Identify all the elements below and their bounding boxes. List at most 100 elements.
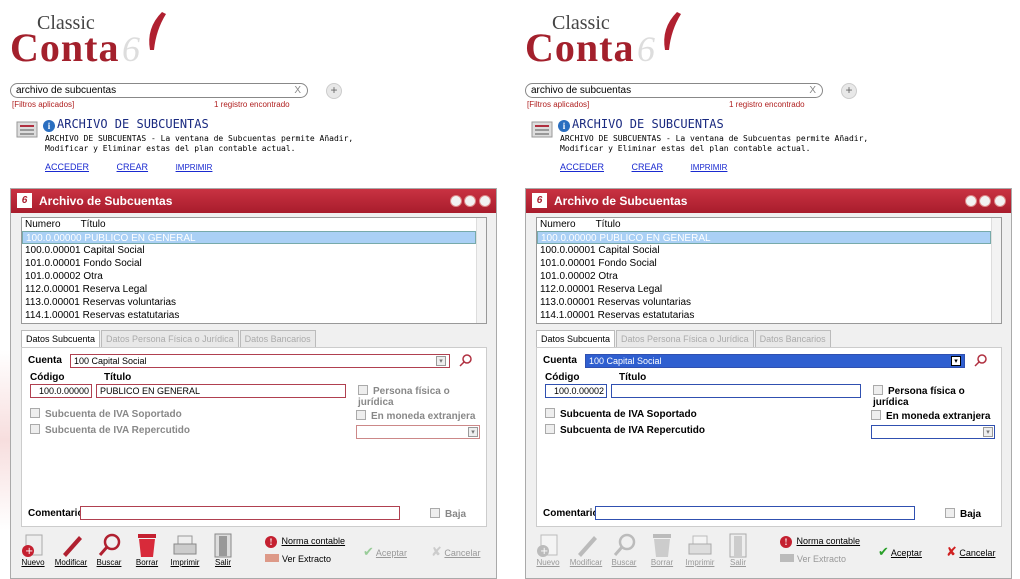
comentario-field[interactable] — [80, 506, 400, 520]
baja-checkbox[interactable]: Baja — [945, 508, 981, 520]
moneda-select[interactable] — [356, 425, 480, 439]
salir-button[interactable]: Salir — [720, 532, 756, 567]
ver-extracto-button[interactable]: Ver Extracto — [780, 554, 846, 564]
window-titlebar[interactable]: 6 Archivo de Subcuentas — [526, 189, 1011, 213]
chevron-down-icon[interactable]: ▾ — [436, 356, 446, 366]
list-item[interactable]: 113.0.00001 Reservas voluntarias — [537, 296, 1001, 309]
tab-datos-subcuenta[interactable]: Datos Subcuenta — [21, 330, 101, 348]
cuenta-select[interactable]: 100 Capital Social — [70, 354, 450, 368]
nuevo-button[interactable]: + Nuevo — [15, 532, 51, 567]
iva-soportado-checkbox[interactable]: Subcuenta de IVA Soportado — [30, 408, 182, 420]
persona-checkbox[interactable]: Persona física o jurídica — [358, 385, 486, 408]
buscar-button[interactable]: Buscar — [606, 532, 642, 567]
list-item[interactable]: 114.1.00001 Reservas estatutarias — [22, 309, 486, 322]
close-button[interactable] — [994, 195, 1006, 207]
tab-datos-subcuenta[interactable]: Datos Subcuenta — [536, 330, 616, 348]
list-item[interactable]: 112.0.00001 Reserva Legal — [537, 283, 1001, 296]
nuevo-button[interactable]: + Nuevo — [530, 532, 566, 567]
list-item[interactable]: 112.0.00001 Reserva Legal — [22, 283, 486, 296]
list-item[interactable]: 101.0.00001 Fondo Social — [537, 257, 1001, 270]
titulo-field[interactable] — [611, 384, 861, 398]
acceder-link[interactable]: ACCEDER — [45, 162, 89, 172]
result-title[interactable]: i ARCHIVO DE SUBCUENTAS — [43, 117, 209, 132]
maximize-button[interactable] — [464, 195, 476, 207]
baja-checkbox[interactable]: Baja — [430, 508, 466, 520]
buscar-button[interactable]: Buscar — [91, 532, 127, 567]
add-filter-button[interactable]: + — [841, 83, 857, 99]
aceptar-button[interactable]: ✔ Aceptar — [878, 544, 922, 560]
borrar-button[interactable]: Borrar — [644, 532, 680, 567]
crear-link[interactable]: CREAR — [117, 162, 149, 172]
imprimir-button[interactable]: Imprimir — [167, 532, 203, 567]
minimize-button[interactable] — [450, 195, 462, 207]
tab-datos-persona[interactable]: Datos Persona Física o Jurídica — [101, 330, 239, 348]
iva-repercutido-checkbox[interactable]: Subcuenta de IVA Repercutido — [30, 424, 190, 436]
codigo-field[interactable]: 100.0.00000 — [30, 384, 92, 398]
borrar-button[interactable]: Borrar — [129, 532, 165, 567]
document-icon — [531, 121, 553, 138]
search-input[interactable]: archivo de subcuentas X — [525, 83, 823, 98]
chevron-down-icon[interactable]: ▾ — [468, 427, 478, 437]
cancelar-button[interactable]: ✘ Cancelar — [946, 544, 995, 560]
norma-contable-button[interactable]: ! Norma contable — [265, 536, 345, 548]
list-item[interactable]: 113.0.00001 Reservas voluntarias — [22, 296, 486, 309]
list-item[interactable]: 100.0.00001 Capital Social — [537, 244, 1001, 257]
subcuentas-list[interactable]: Numero Título 100.0.00000 PUBLICO EN GENE… — [536, 217, 1002, 324]
norma-contable-button[interactable]: ! Norma contable — [780, 536, 860, 548]
list-item[interactable]: 101.0.00002 Otra — [22, 270, 486, 283]
cancelar-button[interactable]: ✘ Cancelar — [431, 544, 480, 560]
tab-datos-bancarios[interactable]: Datos Bancarios — [754, 330, 831, 348]
search-input[interactable]: archivo de subcuentas X — [10, 83, 308, 98]
result-links: ACCEDER CREAR IMPRIMIR — [45, 162, 237, 172]
imprimir-link[interactable]: IMPRIMIR — [691, 163, 728, 172]
results-count: 1 registro encontrado — [214, 100, 290, 109]
result-title[interactable]: i ARCHIVO DE SUBCUENTAS — [558, 117, 724, 132]
cuenta-select[interactable]: 100 Capital Social — [585, 354, 965, 368]
salir-button[interactable]: Salir — [205, 532, 241, 567]
acceder-link[interactable]: ACCEDER — [560, 162, 604, 172]
imprimir-link[interactable]: IMPRIMIR — [176, 163, 213, 172]
moneda-checkbox[interactable]: En moneda extranjera — [356, 410, 475, 422]
comentario-label: Comentario — [28, 508, 84, 519]
clear-icon[interactable]: X — [809, 84, 816, 97]
modificar-button[interactable]: Modificar — [568, 532, 604, 567]
imprimir-button[interactable]: Imprimir — [682, 532, 718, 567]
list-item[interactable]: 114.1.00001 Reservas estatutarias — [537, 309, 1001, 322]
list-scrollbar[interactable] — [991, 218, 1001, 323]
iva-soportado-checkbox[interactable]: Subcuenta de IVA Soportado — [545, 408, 697, 420]
comentario-field[interactable] — [595, 506, 915, 520]
list-item[interactable]: 100.0.00001 Capital Social — [22, 244, 486, 257]
search-icon[interactable] — [973, 353, 987, 367]
add-filter-button[interactable]: + — [326, 83, 342, 99]
persona-checkbox[interactable]: Persona física o jurídica — [873, 385, 1001, 408]
titulo-label: Título — [104, 372, 132, 383]
titulo-field[interactable]: PUBLICO EN GENERAL — [96, 384, 346, 398]
iva-repercutido-checkbox[interactable]: Subcuenta de IVA Repercutido — [545, 424, 705, 436]
moneda-checkbox[interactable]: En moneda extranjera — [871, 410, 990, 422]
aceptar-button[interactable]: ✔ Aceptar — [363, 544, 407, 560]
toolbar: + Nuevo Modificar Buscar Borrar Imprimir … — [13, 532, 500, 568]
moneda-select[interactable] — [871, 425, 995, 439]
close-button[interactable] — [479, 195, 491, 207]
tab-datos-bancarios[interactable]: Datos Bancarios — [239, 330, 316, 348]
chevron-down-icon[interactable]: ▾ — [983, 427, 993, 437]
crear-link[interactable]: CREAR — [632, 162, 664, 172]
subcuentas-list[interactable]: Numero Título 100.0.00000 PUBLICO EN GENE… — [21, 217, 487, 324]
tab-datos-persona[interactable]: Datos Persona Física o Jurídica — [616, 330, 754, 348]
list-item[interactable]: 101.0.00002 Otra — [537, 270, 1001, 283]
list-item[interactable]: 100.0.00000 PUBLICO EN GENERAL — [537, 231, 991, 244]
list-item[interactable]: 101.0.00001 Fondo Social — [22, 257, 486, 270]
minimize-button[interactable] — [965, 195, 977, 207]
search-icon[interactable] — [458, 353, 472, 367]
maximize-button[interactable] — [979, 195, 991, 207]
window-titlebar[interactable]: 6 Archivo de Subcuentas — [11, 189, 496, 213]
clear-icon[interactable]: X — [294, 84, 301, 97]
app-icon: 6 — [17, 193, 32, 208]
list-item[interactable]: 100.0.00000 PUBLICO EN GENERAL — [22, 231, 476, 244]
chevron-down-icon[interactable]: ▾ — [951, 356, 961, 366]
codigo-field[interactable]: 100.0.00002 — [545, 384, 607, 398]
ver-extracto-button[interactable]: Ver Extracto — [265, 554, 331, 564]
modificar-button[interactable]: Modificar — [53, 532, 89, 567]
info-icon: i — [43, 120, 55, 132]
list-scrollbar[interactable] — [476, 218, 486, 323]
